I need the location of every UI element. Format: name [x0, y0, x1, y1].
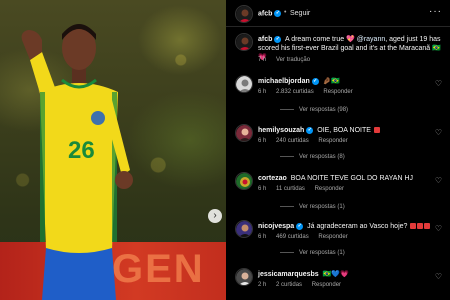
comment-meta: 6 h 2.832 curtidas Responder [258, 89, 361, 95]
cross-emoji-icon [373, 127, 380, 134]
afcb-avatar[interactable] [235, 5, 253, 23]
user-avatar[interactable] [235, 172, 253, 190]
verified-icon: ✓ [311, 77, 319, 85]
comment-likes[interactable]: 2.832 curtidas [276, 89, 314, 95]
mention-link[interactable]: @rayann [357, 36, 386, 43]
comment-time: 2 h [258, 282, 267, 288]
separator-dot: • [284, 9, 287, 16]
verified-icon: ✓ [274, 10, 282, 17]
verified-icon: ✓ [274, 35, 282, 43]
comment-hemilysouzah: hemilysouzah ✓ OIE, BOA NOITE 6 h 240 cur… [226, 124, 450, 172]
comment-jessicamarquesbs: jessicamarquesbs 🇧🇷💙💗 2 h 2 curtidas Res… [226, 268, 450, 298]
comment-body: nicojvespa ✓ Já agradeceram ao Vasco hoje… [258, 222, 446, 231]
reply-button[interactable]: Responder [315, 186, 344, 192]
user-avatar[interactable] [235, 75, 253, 93]
view-replies-button[interactable]: Ver respostas (98) [280, 107, 348, 113]
comment-body: cortezao BOA NOITE TEVE GOL DO RAYAN HJ [258, 174, 446, 183]
comment-likes[interactable]: 469 curtidas [276, 234, 309, 240]
comment-username[interactable]: michaelbjordan ✓ [258, 77, 319, 85]
comment-username[interactable]: cortezao [258, 175, 287, 182]
translate-link[interactable]: Ver tradução [276, 57, 310, 63]
cross-emoji-icon [410, 223, 417, 230]
svg-text:26: 26 [68, 137, 95, 164]
comment-michaelbjordan: michaelbjordan ✓ 🤌🏾🇧🇷 6 h 2.832 curtidas … [226, 75, 450, 125]
comment-text: 🇧🇷💙💗 [322, 271, 349, 278]
reply-button[interactable]: Responder [323, 89, 352, 95]
view-replies-button[interactable]: Ver respostas (8) [280, 154, 345, 160]
comment-text: BOA NOITE TEVE GOL DO RAYAN HJ [290, 175, 414, 182]
afcb-avatar[interactable] [235, 33, 253, 51]
like-heart-icon[interactable]: ♡ [435, 79, 442, 88]
comment-meta: 6 h 469 curtidas Responder [258, 234, 356, 240]
comment-likes[interactable]: 240 curtidas [276, 138, 309, 144]
comment-likes[interactable]: 11 curtidas [276, 186, 305, 192]
caption-meta: 7 h Ver tradução [258, 57, 318, 63]
more-options-icon[interactable]: ··· [429, 6, 442, 17]
cross-emoji-icon [417, 223, 424, 230]
user-avatar[interactable] [235, 124, 253, 142]
comment-time: 6 h [258, 138, 267, 144]
verified-icon: ✓ [306, 126, 314, 134]
reply-button[interactable]: Responder [318, 138, 347, 144]
post-caption: afcb ✓ A dream come true 💖 @rayann, aged … [226, 33, 450, 69]
comment-time: 6 h [258, 186, 267, 192]
reply-button[interactable]: Responder [318, 234, 347, 240]
user-avatar[interactable] [235, 220, 253, 238]
reply-button[interactable]: Responder [312, 282, 341, 288]
comments-panel: afcb ✓ • Seguir ··· afcb ✓ A dream come tr… [226, 0, 450, 300]
like-heart-icon[interactable]: ♡ [435, 176, 442, 185]
view-replies-button[interactable]: Ver respostas (1) [280, 204, 345, 210]
comment-username[interactable]: nicojvespa ✓ [258, 222, 304, 230]
comment-text: 🤌🏾🇧🇷 [322, 78, 341, 85]
post-photo: GEN 26 › [0, 0, 226, 300]
comment-username[interactable]: hemilysouzah ✓ [258, 126, 314, 134]
view-replies-button[interactable]: Ver respostas (1) [280, 250, 345, 256]
post-header: afcb ✓ • Seguir ··· [226, 0, 450, 27]
follow-button[interactable]: Seguir [290, 10, 310, 17]
comment-body: michaelbjordan ✓ 🤌🏾🇧🇷 [258, 77, 446, 86]
like-heart-icon[interactable]: ♡ [435, 128, 442, 137]
next-photo-button[interactable]: › [208, 209, 222, 223]
user-avatar[interactable] [235, 268, 253, 286]
account-username[interactable]: afcb ✓ [258, 10, 282, 17]
comment-meta: 6 h 11 curtidas Responder [258, 186, 352, 192]
verified-icon: ✓ [296, 222, 304, 230]
comment-body: hemilysouzah ✓ OIE, BOA NOITE [258, 126, 446, 135]
caption-time: 7 h [258, 57, 267, 63]
comment-likes[interactable]: 2 curtidas [276, 282, 302, 288]
player-figure: 26 [21, 24, 133, 300]
comment-time: 6 h [258, 234, 267, 240]
cross-emoji-icon [424, 223, 431, 230]
caption-username[interactable]: afcb ✓ [258, 35, 282, 43]
comment-body: jessicamarquesbs 🇧🇷💙💗 [258, 270, 446, 279]
like-heart-icon[interactable]: ♡ [435, 272, 442, 281]
comment-username[interactable]: jessicamarquesbs [258, 271, 319, 278]
comment-cortezao: cortezao BOA NOITE TEVE GOL DO RAYAN HJ … [226, 172, 450, 220]
comment-text: Já agradeceram ao Vasco hoje? [307, 223, 408, 230]
comment-meta: 6 h 240 curtidas Responder [258, 138, 356, 144]
comment-time: 6 h [258, 89, 267, 95]
comment-meta: 2 h 2 curtidas Responder [258, 282, 349, 288]
like-heart-icon[interactable]: ♡ [435, 224, 442, 233]
comment-text: OIE, BOA NOITE [317, 127, 371, 134]
comment-nicojvespa: nicojvespa ✓ Já agradeceram ao Vasco hoje… [226, 220, 450, 268]
